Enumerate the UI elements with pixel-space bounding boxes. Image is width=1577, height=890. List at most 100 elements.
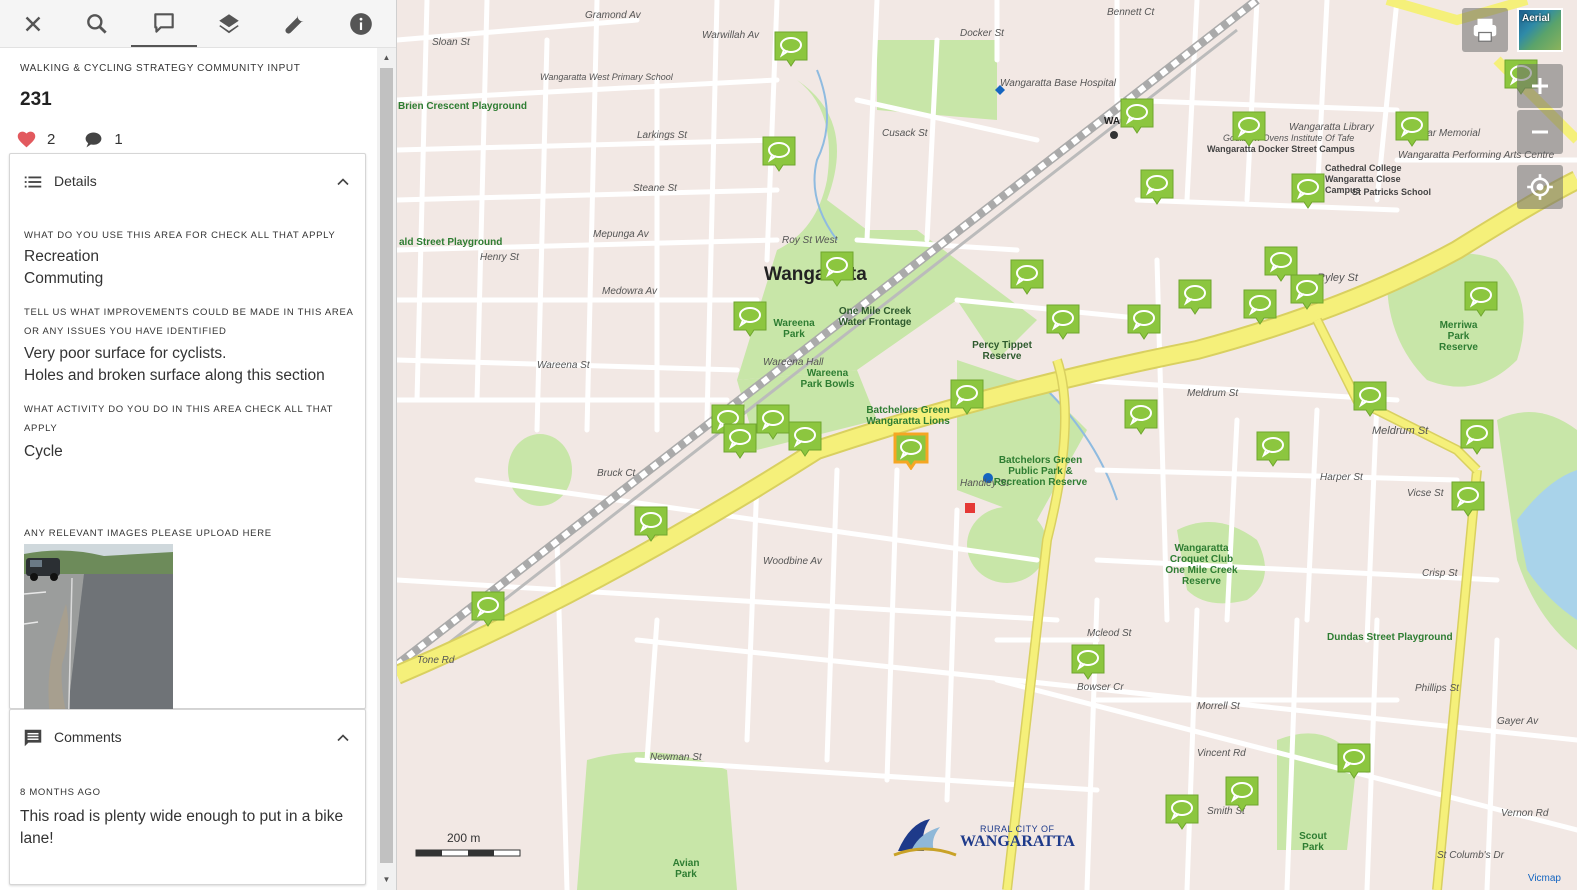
council-name-line2: WANGARATTA [960,833,1075,850]
answer-text: Very poor surface for cyclists. [24,345,227,362]
street-label: Bowser Cr [1077,682,1124,693]
place-label: Wareena Park [773,318,815,340]
answer-text: Commuting [24,270,104,287]
print-icon [1473,18,1497,42]
comment-pin[interactable] [1394,110,1430,148]
comment-timestamp: 8 MONTHS AGO [20,787,101,798]
comment-pin[interactable] [732,300,768,338]
chevron-up-icon[interactable] [333,172,353,192]
close-button[interactable] [0,0,66,47]
comment-pin[interactable] [949,378,985,416]
street-label: Meldrum St [1187,388,1239,399]
street-label: Woodbine Av [763,556,822,567]
comment-pin[interactable] [819,250,855,288]
scroll-down-arrow[interactable]: ▼ [377,873,396,887]
details-header[interactable]: Details [10,154,365,214]
zoom-out-button[interactable] [1517,110,1563,154]
comment-pin-icon [1451,481,1485,517]
chevron-up-icon[interactable] [333,728,353,748]
answer-text: Holes and broken surface along this sect… [24,367,325,384]
street-label: Mepunga Av [593,229,649,240]
list-icon [24,176,42,188]
scroll-thumb[interactable] [380,68,393,863]
comment-pin-icon [1353,381,1387,417]
scale-bar: 200 m [415,831,525,867]
comment-pin[interactable] [1290,172,1326,210]
selected-comment-pin[interactable] [893,432,929,471]
comment-pin[interactable] [755,403,791,441]
scroll-up-arrow[interactable]: ▲ [377,51,396,65]
comment-count: 1 [114,130,123,148]
comment-pin[interactable] [1009,258,1045,296]
street-label: Larkings St [637,130,688,141]
comment-pin[interactable] [1164,793,1200,831]
tools-button[interactable] [262,0,328,47]
minus-icon [1532,130,1548,134]
locate-button[interactable] [1517,165,1563,209]
comment-count-button[interactable]: 1 [83,129,123,150]
street-label: Morrell St [1197,701,1240,712]
map-attribution[interactable]: Vicmap [1528,873,1561,884]
comment-pin[interactable] [1459,418,1495,456]
place-label: Wangaratta Docker Street Campus [1207,144,1355,154]
comment-pin-icon [1337,743,1371,779]
comment-icon [154,12,174,33]
comment-pin[interactable] [1231,110,1267,148]
panel-scroll-area: WALKING & CYCLING STRATEGY COMMUNITY INP… [0,48,377,890]
comment-pin-icon [723,423,757,459]
comment-pin[interactable] [773,30,809,68]
street-label: Vicse St [1407,488,1444,499]
comment-pin[interactable] [1177,278,1213,316]
comment-pin[interactable] [633,505,669,543]
map-view[interactable]: Wangaratta Gramond Av Warwillah Av Sloan… [397,0,1577,890]
panel-scrollbar[interactable]: ▲ ▼ [377,48,396,890]
close-icon [25,16,41,31]
comment-pin[interactable] [722,422,758,460]
comments-header[interactable]: Comments [10,710,365,770]
fire-station-icon [965,503,975,513]
comment-pin-icon [1127,304,1161,340]
comment-pin[interactable] [470,590,506,628]
comment-pin-icon [1395,111,1429,147]
comment-pin[interactable] [1070,643,1106,681]
crosshair-icon [1527,174,1553,200]
comment-pin[interactable] [1255,430,1291,468]
comment-pin[interactable] [1045,303,1081,341]
place-label: Batchelors Green Wangaratta Lions [866,405,950,427]
info-button[interactable] [328,0,394,47]
comment-pin[interactable] [1352,380,1388,418]
comment-pin[interactable] [787,420,823,458]
comment-tab-button[interactable] [131,0,197,47]
station-marker-icon [1110,131,1118,139]
print-button[interactable] [1462,8,1508,52]
comment-pin[interactable] [1224,775,1260,813]
comment-pin-icon [950,379,984,415]
zoom-in-button[interactable] [1517,64,1563,108]
like-button[interactable]: 2 [16,129,55,150]
comment-pin-icon [774,31,808,67]
place-label: Percy Tippet Reserve [972,340,1032,362]
comment-pin[interactable] [1289,273,1325,311]
comment-pin[interactable] [1119,97,1155,135]
comment-pin[interactable] [1139,168,1175,206]
comment-pin-icon [756,404,790,440]
comment-pin-icon [733,301,767,337]
street-label: Roy St West [782,235,838,246]
comment-pin[interactable] [1123,398,1159,436]
comment-pin[interactable] [1242,288,1278,326]
place-label: ald Street Playground [399,237,503,248]
layers-button[interactable] [196,0,262,47]
comment-pin[interactable] [761,135,797,173]
comment-pin[interactable] [1336,742,1372,780]
comment-pin[interactable] [1450,480,1486,518]
comment-pin-icon [1232,111,1266,147]
council-logo: RURAL CITY OF WANGARATTA [890,813,1080,865]
street-label: Tone Rd [417,655,455,666]
aerial-toggle-button[interactable]: Aerial [1517,8,1563,52]
place-label: Wangaratta Croquet Club One Mile Creek R… [1165,543,1238,587]
place-label: Brien Crescent Playground [398,101,527,112]
comment-pin[interactable] [1463,280,1499,318]
street-label: Mcleod St [1087,628,1132,639]
search-button[interactable] [64,0,130,47]
comment-pin[interactable] [1126,303,1162,341]
